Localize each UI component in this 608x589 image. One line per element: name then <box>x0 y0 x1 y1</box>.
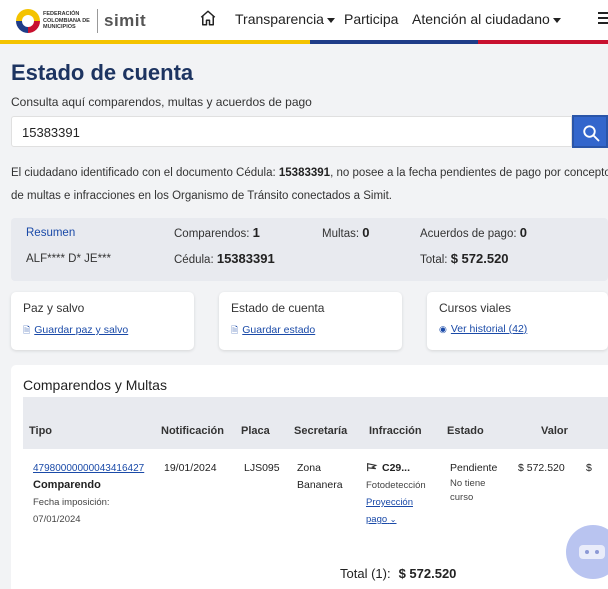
infraccion-code-text: C29... <box>382 462 411 474</box>
table-header: Tipo Notificación Placa Secretaría Infra… <box>23 397 608 449</box>
cell-tipo: 47980000000043416427 Comparendo Fecha im… <box>33 460 153 528</box>
ver-historial-link[interactable]: ◉ Ver historial (42) <box>439 323 527 335</box>
col-header-tipo: Tipo <box>29 425 53 437</box>
flag-stripe-red <box>478 40 608 44</box>
cell-notificacion: 19/01/2024 <box>164 462 217 474</box>
cell-placa: LJS095 <box>244 462 280 474</box>
card-paz-y-salvo: Paz y salvo 🗎 Guardar paz y salvo <box>11 292 194 350</box>
table-total: Total (1): $ 572.520 <box>340 566 456 581</box>
nav-label: Atención al ciudadano <box>412 11 550 27</box>
nav-participa[interactable]: Participa <box>344 11 398 27</box>
card-estado-de-cuenta: Estado de cuenta 🗎 Guardar estado <box>219 292 402 350</box>
multas-value: 0 <box>362 225 370 240</box>
comparendos-table-panel: Comparendos y Multas Tipo Notificación P… <box>11 365 608 589</box>
cell-valor: $ 572.520 <box>518 462 565 474</box>
hamburger-menu-icon[interactable] <box>598 12 608 24</box>
logo-text: FEDERACIÓN COLOMBIANA DE MUNICIPIOS <box>43 11 90 31</box>
col-header-estado: Estado <box>447 425 484 437</box>
tipo-value: Comparendo <box>33 479 101 491</box>
save-estado-link[interactable]: 🗎 Guardar estado <box>231 323 315 339</box>
cedula-value: 15383391 <box>216 251 275 266</box>
estado-detalle: No tiene curso <box>450 478 486 503</box>
fcm-logo-icon <box>16 9 40 33</box>
cedula-label: Cédula: <box>174 254 214 266</box>
card-title: Paz y salvo <box>23 301 85 315</box>
search-button[interactable] <box>572 115 608 148</box>
cell-secretaria: Zona Bananera <box>297 462 343 491</box>
cell-infraccion: C29... Fotodetección Proyección pago ⌄ <box>366 460 442 528</box>
document-icon: 🗎 <box>23 325 31 335</box>
table-total-label: Total (1): <box>340 566 391 581</box>
estado-value: Pendiente <box>450 462 498 474</box>
card-cursos-viales: Cursos viales ◉ Ver historial (42) <box>427 292 608 350</box>
card-link-label: Guardar paz y salvo <box>34 324 129 336</box>
table-title: Comparendos y Multas <box>23 377 167 393</box>
col-header-infraccion: Infracción <box>369 425 422 437</box>
proyeccion-pago-link[interactable]: Proyección pago ⌄ <box>366 494 422 528</box>
table-total-value: $ 572.520 <box>398 566 457 581</box>
card-title: Cursos viales <box>439 301 512 315</box>
comparendo-number-link[interactable]: 47980000000043416427 <box>33 460 153 477</box>
search-input[interactable]: 15383391 <box>11 116 572 147</box>
comparendos-count: Comparendos: 1 <box>174 225 260 240</box>
save-paz-y-salvo-link[interactable]: 🗎 Guardar paz y salvo <box>23 323 128 339</box>
status-message: El ciudadano identificado con el documen… <box>11 162 608 208</box>
fecha-label: Fecha imposición: <box>33 497 110 508</box>
col-header-notificacion: Notificación <box>161 425 224 437</box>
multas-count: Multas: 0 <box>322 225 370 240</box>
col-header-placa: Placa <box>241 425 270 437</box>
acuerdos-value: 0 <box>519 225 527 240</box>
chevron-down-icon <box>326 17 335 23</box>
logo-divider <box>97 9 98 33</box>
col-header-secretaria: Secretaría <box>294 425 348 437</box>
nav-label: Transparencia <box>235 11 324 27</box>
card-link-label: Guardar estado <box>242 324 316 336</box>
site-header: FEDERACIÓN COLOMBIANA DE MUNICIPIOS simi… <box>0 0 608 44</box>
nav-label: Participa <box>344 11 399 27</box>
robot-icon <box>579 545 605 559</box>
flag-stripe-blue <box>310 40 478 44</box>
acuerdos-count: Acuerdos de pago: 0 <box>420 225 527 240</box>
camera-flag-icon <box>367 463 378 472</box>
simit-brand: simit <box>104 11 147 30</box>
info-doc-number: 15383391 <box>278 167 331 179</box>
document-icon: 🗎 <box>231 325 239 335</box>
card-title: Estado de cuenta <box>231 301 325 315</box>
total-info: Total: $ 572.520 <box>420 251 509 266</box>
comparendos-value: 1 <box>252 225 260 240</box>
cell-estado: Pendiente No tiene curso <box>450 460 510 505</box>
page-subtitle: Consulta aquí comparendos, multas y acue… <box>11 95 312 109</box>
cedula-info: Cédula: 15383391 <box>174 251 275 266</box>
infraccion-code[interactable]: C29... <box>366 460 442 477</box>
flag-stripe-yellow <box>0 40 310 44</box>
infraccion-tipo: Fotodetección <box>366 480 426 491</box>
chevron-down-icon: ⌄ <box>389 515 397 524</box>
fecha-value: 07/01/2024 <box>33 514 81 525</box>
col-header-valor: Valor <box>541 425 568 437</box>
citizen-name: ALF**** D* JE*** <box>26 253 112 265</box>
multas-label: Multas: <box>322 228 360 240</box>
page-title: Estado de cuenta <box>11 60 194 85</box>
nav-atencion-ciudadano[interactable]: Atención al ciudadano <box>412 11 561 27</box>
acuerdos-label: Acuerdos de pago: <box>420 228 517 240</box>
search-icon <box>583 125 600 142</box>
summary-link[interactable]: Resumen <box>26 227 75 239</box>
cell-valor-extra: $ <box>586 462 592 474</box>
eye-icon: ◉ <box>439 324 447 334</box>
total-label: Total: <box>420 254 448 266</box>
info-prefix: El ciudadano identificado con el documen… <box>11 167 237 179</box>
card-link-label: Ver historial (42) <box>450 323 528 335</box>
chevron-down-icon <box>552 17 561 23</box>
fcm-simit-logo[interactable]: FEDERACIÓN COLOMBIANA DE MUNICIPIOS simi… <box>16 6 146 36</box>
summary-panel: Resumen ALF**** D* JE*** Comparendos: 1 … <box>11 218 608 281</box>
total-value: $ 572.520 <box>450 251 509 266</box>
info-doc-type: Cédula: <box>236 167 279 179</box>
home-icon[interactable] <box>199 9 217 27</box>
comparendos-label: Comparendos: <box>174 228 250 240</box>
nav-transparencia[interactable]: Transparencia <box>235 11 335 27</box>
